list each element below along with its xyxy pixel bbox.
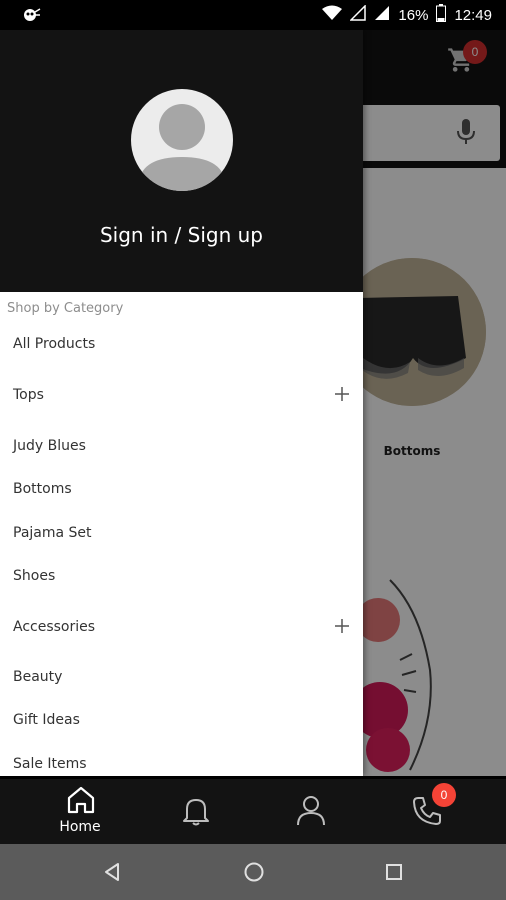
recents-icon[interactable] [385, 863, 403, 885]
expand-plus-icon[interactable] [335, 619, 349, 637]
clock: 12:49 [454, 6, 492, 24]
menu-item-label: Beauty [13, 669, 63, 685]
nav-home-label: Home [59, 819, 101, 835]
avatar[interactable] [131, 89, 233, 191]
navigation-drawer: Sign in / Sign up Shop by Category All P… [0, 30, 363, 776]
menu-item-accessories[interactable]: Accessories [0, 607, 363, 647]
battery-icon [436, 4, 447, 26]
menu-item-label: Bottoms [13, 481, 72, 497]
battery-percent: 16% [398, 6, 429, 24]
menu-item-label: All Products [13, 336, 96, 352]
menu-item-sale-items[interactable]: Sale Items [0, 744, 363, 776]
menu-item-pajama-set[interactable]: Pajama Set [0, 513, 363, 553]
drawer-header: Sign in / Sign up [0, 30, 363, 292]
menu-item-label: Gift Ideas [13, 712, 80, 728]
call-badge: 0 [432, 783, 456, 807]
status-bar: 16% 12:49 [0, 0, 506, 30]
menu-item-label: Shoes [13, 568, 56, 584]
menu-item-beauty[interactable]: Beauty [0, 657, 363, 697]
menu-item-label: Judy Blues [13, 438, 86, 454]
menu-item-label: Pajama Set [13, 525, 92, 541]
expand-plus-icon[interactable] [335, 387, 349, 405]
nav-call[interactable] [364, 779, 490, 844]
home-icon [66, 785, 96, 819]
nav-account[interactable] [248, 779, 374, 844]
sign-in-link[interactable]: Sign in / Sign up [0, 223, 363, 247]
menu-item-judy-blues[interactable]: Judy Blues [0, 426, 363, 466]
home-circle-icon[interactable] [243, 861, 265, 887]
menu-item-shoes[interactable]: Shoes [0, 556, 363, 596]
section-title: Shop by Category [7, 301, 124, 316]
bell-icon [182, 796, 210, 830]
menu-item-label: Sale Items [13, 756, 87, 772]
notification-icon [20, 6, 42, 28]
system-nav-bar [0, 844, 506, 900]
user-icon [295, 794, 327, 830]
menu-item-tops[interactable]: Tops [0, 375, 363, 415]
menu-item-label: Tops [13, 387, 44, 403]
nav-notifications[interactable] [133, 779, 259, 844]
menu-item-label: Accessories [13, 619, 96, 635]
bottom-nav: Home [0, 779, 506, 844]
back-icon[interactable] [102, 862, 122, 886]
menu-item-all-products[interactable]: All Products [0, 324, 363, 364]
menu-item-gift-ideas[interactable]: Gift Ideas [0, 700, 363, 740]
menu-item-bottoms[interactable]: Bottoms [0, 469, 363, 509]
signal-empty-icon [349, 4, 367, 25]
nav-home[interactable]: Home [17, 779, 143, 844]
signal-icon [374, 5, 390, 25]
wifi-icon [322, 5, 343, 25]
